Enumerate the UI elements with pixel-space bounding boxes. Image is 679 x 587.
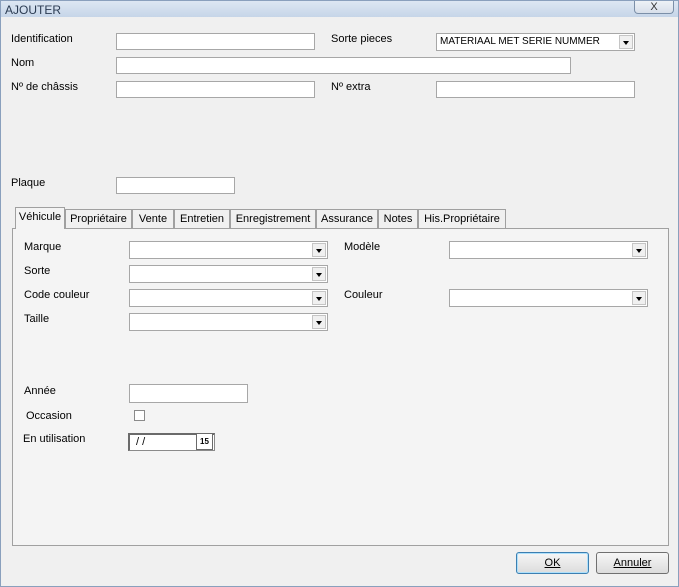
- chevron-down-icon[interactable]: [312, 267, 326, 281]
- code-couleur-label: Code couleur: [24, 289, 90, 301]
- modele-label: Modèle: [344, 241, 381, 253]
- tab-vente[interactable]: Vente: [132, 209, 174, 228]
- chassis-label: Nº de châssis: [11, 81, 78, 93]
- extra-label: Nº extra: [331, 81, 371, 93]
- ok-button[interactable]: OK: [516, 552, 589, 574]
- chassis-input[interactable]: [116, 81, 315, 98]
- extra-input[interactable]: [436, 81, 635, 98]
- tab-assurance[interactable]: Assurance: [316, 209, 378, 228]
- tab-his-proprietaire[interactable]: His.Propriétaire: [418, 209, 506, 228]
- taille-label: Taille: [24, 313, 50, 325]
- couleur-select[interactable]: [449, 289, 648, 307]
- tab-enregistrement[interactable]: Enregistrement: [230, 209, 316, 228]
- chevron-down-icon[interactable]: [619, 35, 633, 49]
- plaque-input[interactable]: [116, 177, 235, 194]
- sorte-select[interactable]: [129, 265, 328, 283]
- annee-label: Année: [24, 385, 56, 397]
- occasion-checkbox[interactable]: [134, 410, 145, 421]
- dialog-window: AJOUTER X Identification Sorte pieces MA…: [0, 0, 679, 587]
- occasion-label: Occasion: [26, 410, 72, 422]
- chevron-down-icon[interactable]: [632, 291, 646, 305]
- en-utilisation-label: En utilisation: [23, 433, 86, 445]
- tab-notes[interactable]: Notes: [378, 209, 418, 228]
- calendar-icon[interactable]: 15: [196, 433, 213, 450]
- modele-select[interactable]: [449, 241, 648, 259]
- close-button[interactable]: X: [634, 1, 674, 14]
- identification-label: Identification: [11, 33, 73, 45]
- nom-input[interactable]: [116, 57, 571, 74]
- sorte-pieces-value: MATERIAAL MET SERIE NUMMER: [440, 36, 600, 47]
- sorte-pieces-select[interactable]: MATERIAAL MET SERIE NUMMER: [436, 33, 635, 51]
- marque-select[interactable]: [129, 241, 328, 259]
- identification-input[interactable]: [116, 33, 315, 50]
- tab-entretien[interactable]: Entretien: [174, 209, 230, 228]
- tab-proprietaire[interactable]: Propriétaire: [65, 209, 132, 228]
- window-title: AJOUTER: [5, 3, 62, 17]
- plaque-label: Plaque: [11, 177, 46, 189]
- sorte-label: Sorte: [24, 265, 51, 277]
- nom-label: Nom: [11, 57, 35, 69]
- cancel-button[interactable]: Annuler: [596, 552, 669, 574]
- sorte-pieces-label: Sorte pieces: [331, 33, 393, 45]
- ok-button-label: OK: [544, 557, 561, 569]
- chevron-down-icon[interactable]: [312, 315, 326, 329]
- annee-input[interactable]: [129, 384, 248, 403]
- title-bar[interactable]: AJOUTER X: [1, 1, 678, 17]
- chevron-down-icon[interactable]: [312, 243, 326, 257]
- taille-select[interactable]: [129, 313, 328, 331]
- code-couleur-select[interactable]: [129, 289, 328, 307]
- couleur-label: Couleur: [344, 289, 383, 301]
- chevron-down-icon[interactable]: [312, 291, 326, 305]
- cancel-button-label: Annuler: [613, 557, 652, 569]
- chevron-down-icon[interactable]: [632, 243, 646, 257]
- marque-label: Marque: [24, 241, 62, 253]
- tab-vehicule[interactable]: Véhicule: [15, 207, 65, 229]
- vehicule-tab-panel: [12, 228, 669, 546]
- en-utilisation-value: / /: [136, 436, 146, 448]
